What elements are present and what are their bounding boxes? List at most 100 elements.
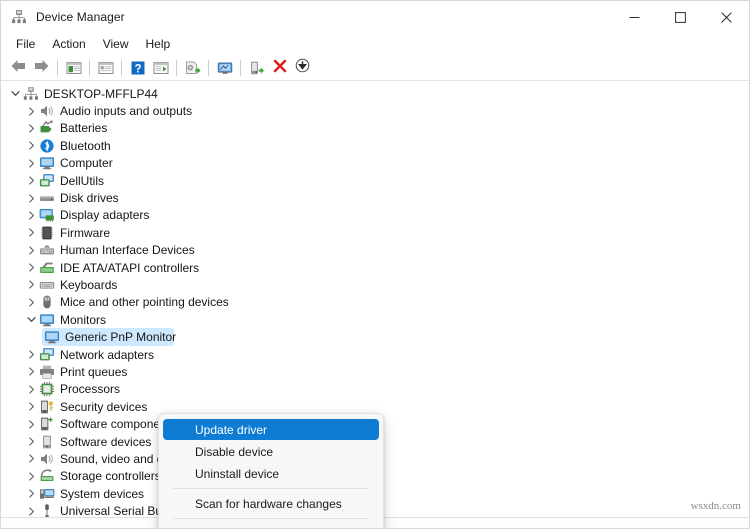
chevron-right-icon[interactable] [23, 276, 39, 293]
context-menu[interactable]: Update driver Disable device Uninstall d… [158, 413, 384, 529]
toolbar-separator-2 [89, 60, 90, 76]
tree-row-label: System devices [60, 486, 145, 501]
chevron-right-icon[interactable] [23, 346, 39, 363]
scan-for-hardware-changes-button[interactable] [213, 57, 236, 79]
enable-device-button[interactable] [245, 57, 268, 79]
chevron-down-icon[interactable] [7, 85, 23, 102]
maximize-button[interactable] [657, 1, 703, 33]
chevron-down-icon[interactable] [23, 311, 39, 328]
tree-row-firmware[interactable]: Firmware [1, 224, 749, 241]
tree-row-label: DESKTOP-MFFLP44 [44, 86, 158, 101]
speaker-icon [39, 451, 55, 467]
toolbar-separator-4 [176, 60, 177, 76]
chevron-right-icon[interactable] [23, 398, 39, 415]
ctx-disable-device[interactable]: Disable device [163, 441, 379, 462]
menu-view[interactable]: View [95, 35, 138, 55]
window-title: Device Manager [36, 10, 125, 24]
tree-row-label: Disk drives [60, 191, 119, 206]
chevron-right-icon[interactable] [23, 103, 39, 120]
forward-button[interactable] [30, 57, 53, 79]
chevron-right-icon[interactable] [23, 468, 39, 485]
chevron-right-icon[interactable] [23, 172, 39, 189]
chevron-right-icon[interactable] [23, 363, 39, 380]
tree-row-label: IDE ATA/ATAPI controllers [60, 260, 200, 275]
console-tree-icon [66, 60, 82, 76]
help-button[interactable]: ? [126, 57, 149, 79]
device-manager-window: Device Manager File Action View Help ? D… [0, 0, 750, 529]
chevron-right-icon[interactable] [23, 207, 39, 224]
update-driver-button[interactable] [181, 57, 204, 79]
tree-row-label: Display adapters [60, 208, 150, 223]
close-button[interactable] [703, 1, 749, 33]
tree-row-computer[interactable]: Computer [1, 155, 749, 172]
chevron-right-icon[interactable] [23, 450, 39, 467]
enable-device-icon [249, 60, 265, 76]
toolbar: ? [1, 56, 749, 81]
chevron-right-icon[interactable] [23, 485, 39, 502]
ctx-uninstall-device[interactable]: Uninstall device [163, 463, 379, 484]
chevron-right-icon[interactable] [23, 242, 39, 259]
tree-row-disk-drives[interactable]: Disk drives [1, 189, 749, 206]
toolbar-separator-6 [240, 60, 241, 76]
chevron-right-icon[interactable] [23, 137, 39, 154]
menu-action[interactable]: Action [44, 35, 94, 55]
disable-device-button[interactable] [291, 57, 314, 79]
tree-row-label: Storage controllers [60, 469, 161, 484]
context-menu-separator-2 [173, 518, 369, 519]
tree-row-human-interface-devices[interactable]: Human Interface Devices [1, 242, 749, 259]
tree-row-mice-and-other-pointing-devices[interactable]: Mice and other pointing devices [1, 294, 749, 311]
tree-row-label: Security devices [60, 399, 148, 414]
tree-row-bluetooth[interactable]: Bluetooth [1, 137, 749, 154]
ctx-properties[interactable]: Properties [163, 523, 379, 529]
title-bar: Device Manager [1, 1, 749, 33]
ctx-update-driver[interactable]: Update driver [163, 419, 379, 440]
svg-text:?: ? [134, 63, 141, 75]
tree-row-root[interactable]: DESKTOP-MFFLP44 [1, 85, 749, 102]
chevron-right-icon[interactable] [23, 155, 39, 172]
window-controls [611, 1, 749, 33]
tree-row-batteries[interactable]: Batteries [1, 120, 749, 137]
uninstall-device-button[interactable] [268, 57, 291, 79]
tree-row-label: Keyboards [60, 277, 118, 292]
tree-row-display-adapters[interactable]: Display adapters [1, 207, 749, 224]
speaker-icon [39, 103, 55, 119]
chevron-right-icon[interactable] [23, 190, 39, 207]
tree-row-network-adapters[interactable]: Network adapters [1, 346, 749, 363]
chevron-right-icon[interactable] [23, 259, 39, 276]
monitor-icon [39, 312, 55, 328]
context-menu-separator-1 [173, 488, 369, 489]
show-hide-action-pane-button[interactable] [149, 57, 172, 79]
chevron-right-icon[interactable] [23, 120, 39, 137]
ctx-scan-hardware[interactable]: Scan for hardware changes [163, 493, 379, 514]
scan-monitor-icon [217, 60, 233, 76]
firmware-icon [39, 225, 55, 241]
tree-row-label: Batteries [60, 121, 108, 136]
tree-row-audio-inputs-and-outputs[interactable]: Audio inputs and outputs [1, 102, 749, 119]
tree-row-generic-pnp-monitor[interactable]: Generic PnP Monitor [1, 328, 749, 346]
back-button[interactable] [7, 57, 30, 79]
tree-row-processors[interactable]: Processors [1, 381, 749, 398]
computer-root-icon [23, 86, 39, 102]
chevron-right-icon[interactable] [23, 433, 39, 450]
toolbar-separator-1 [57, 60, 58, 76]
storage-controller-icon [39, 468, 55, 484]
menu-file[interactable]: File [8, 35, 44, 55]
update-driver-icon [185, 60, 201, 76]
chevron-right-icon[interactable] [23, 224, 39, 241]
tree-row-label: Audio inputs and outputs [60, 104, 193, 119]
tree-row-dellutils[interactable]: DellUtils [1, 172, 749, 189]
menu-help[interactable]: Help [138, 35, 180, 55]
chevron-right-icon[interactable] [23, 294, 39, 311]
tree-row-monitors[interactable]: Monitors [1, 311, 749, 328]
show-hide-console-tree-button[interactable] [62, 57, 85, 79]
tree-row-ide-ata-atapi-controllers[interactable]: IDE ATA/ATAPI controllers [1, 259, 749, 276]
chevron-right-icon[interactable] [23, 381, 39, 398]
device-tree[interactable]: DESKTOP-MFFLP44 Audio inputs and outputs [1, 81, 749, 529]
tree-row-keyboards[interactable]: Keyboards [1, 276, 749, 293]
tree-row-print-queues[interactable]: Print queues [1, 363, 749, 380]
tree-row-label: DellUtils [60, 173, 105, 188]
minimize-button[interactable] [611, 1, 657, 33]
chevron-right-icon[interactable] [23, 416, 39, 433]
properties-button[interactable] [94, 57, 117, 79]
dell-utils-icon [39, 173, 55, 189]
